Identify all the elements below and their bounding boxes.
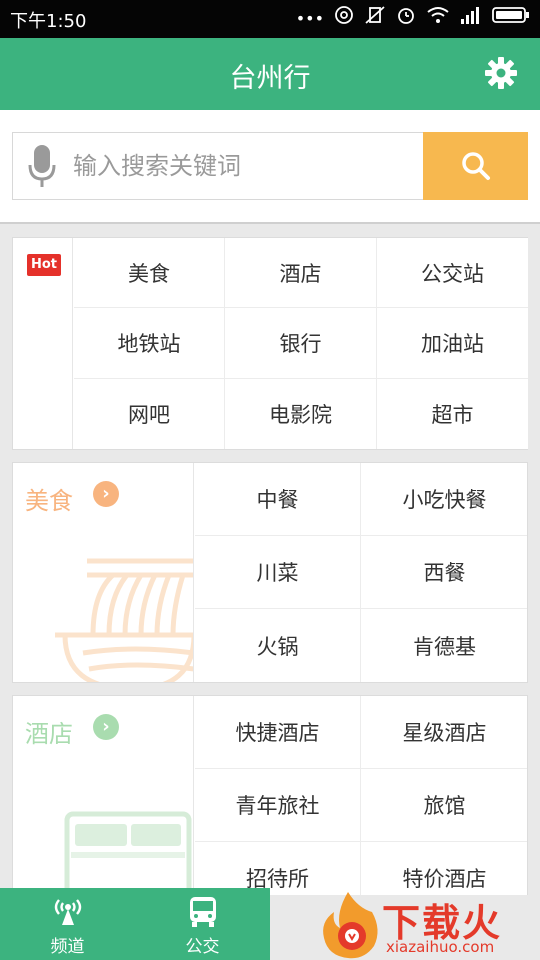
hot-item-cinema[interactable]: 电影院 (225, 379, 377, 449)
hot-item-bus-stop[interactable]: 公交站 (377, 238, 528, 308)
search-button[interactable] (423, 132, 528, 200)
category-food-header[interactable]: 美食 › (13, 463, 194, 682)
antenna-icon (54, 899, 81, 925)
signal-icon (460, 6, 482, 32)
search-input[interactable] (73, 133, 413, 199)
hot-item-meishi[interactable]: 美食 (74, 238, 225, 308)
hot-item-internet-cafe[interactable]: 网吧 (74, 379, 225, 449)
category-hotel-panel: 酒店 › 快捷酒店 星级酒店 青年旅社 旅馆 招待所 特价酒店 (12, 695, 528, 895)
category-food-grid: 中餐 小吃快餐 川菜 西餐 火锅 肯德基 (195, 463, 527, 682)
nav-channel-label: 频道 (50, 937, 85, 957)
food-item-kfc[interactable]: 肯德基 (361, 609, 527, 682)
bus-icon (189, 897, 216, 927)
category-food-title: 美食 (25, 487, 73, 515)
status-time: 下午1:50 (10, 11, 87, 32)
microphone-icon[interactable] (27, 143, 57, 191)
chevron-right-icon: › (93, 481, 119, 507)
hotel-item-star[interactable]: 星级酒店 (361, 696, 527, 769)
hotel-item-youth-hostel[interactable]: 青年旅社 (195, 769, 361, 842)
category-hotel-grid: 快捷酒店 星级酒店 青年旅社 旅馆 招待所 特价酒店 (195, 696, 527, 895)
more-dots-icon: ••• (295, 9, 324, 28)
noodle-bowl-icon (55, 558, 193, 682)
hot-grid: 美食 酒店 公交站 地铁站 银行 加油站 网吧 电影院 超市 (74, 238, 528, 449)
status-bar: 下午1:50 ••• (0, 0, 540, 38)
food-item-sichuan[interactable]: 川菜 (195, 536, 361, 609)
app-bar: 台州行 (0, 38, 540, 110)
wifi-icon (426, 6, 450, 32)
hot-item-supermarket[interactable]: 超市 (377, 379, 528, 449)
status-icons: ••• (296, 6, 530, 32)
hot-item-subway[interactable]: 地铁站 (74, 308, 225, 379)
bottom-nav: 频道 公交 (0, 888, 270, 960)
hot-panel: Hot 美食 酒店 公交站 地铁站 银行 加油站 网吧 电影院 超市 (12, 237, 528, 450)
search-box (12, 132, 424, 200)
category-hotel-title: 酒店 (25, 720, 73, 748)
hot-badge: Hot (27, 254, 61, 276)
food-item-western[interactable]: 西餐 (361, 536, 527, 609)
nav-bus[interactable]: 公交 (135, 888, 270, 960)
battery-icon (492, 6, 530, 32)
nav-channel[interactable]: 频道 (0, 888, 135, 960)
alarm-icon (396, 5, 416, 33)
hot-column: Hot (13, 238, 73, 449)
watermark: 下载火 xiazaihuo.com (318, 888, 540, 960)
chevron-right-icon: › (93, 714, 119, 740)
hotel-item-express[interactable]: 快捷酒店 (195, 696, 361, 769)
flame-logo-icon (323, 892, 378, 959)
hot-item-bank[interactable]: 银行 (225, 308, 377, 379)
vibrate-off-icon (364, 5, 386, 33)
food-item-chinese[interactable]: 中餐 (195, 463, 361, 536)
hotel-item-inn[interactable]: 旅馆 (361, 769, 527, 842)
hot-item-gas-station[interactable]: 加油站 (377, 308, 528, 379)
food-item-hotpot[interactable]: 火锅 (195, 609, 361, 682)
gear-icon[interactable] (484, 56, 518, 90)
search-area (0, 110, 540, 224)
search-icon (462, 152, 490, 180)
hotspot-icon (334, 5, 354, 33)
watermark-url: xiazaihuo.com (386, 938, 495, 956)
category-food-panel: 美食 › 中餐 小吃快餐 川菜 西餐 火锅 肯德基 (12, 462, 528, 683)
hot-item-jiudian[interactable]: 酒店 (225, 238, 377, 308)
app-title: 台州行 (229, 63, 311, 94)
bed-icon (64, 811, 192, 895)
food-item-snack-fastfood[interactable]: 小吃快餐 (361, 463, 527, 536)
category-hotel-header[interactable]: 酒店 › (13, 696, 194, 895)
nav-bus-label: 公交 (185, 937, 220, 957)
